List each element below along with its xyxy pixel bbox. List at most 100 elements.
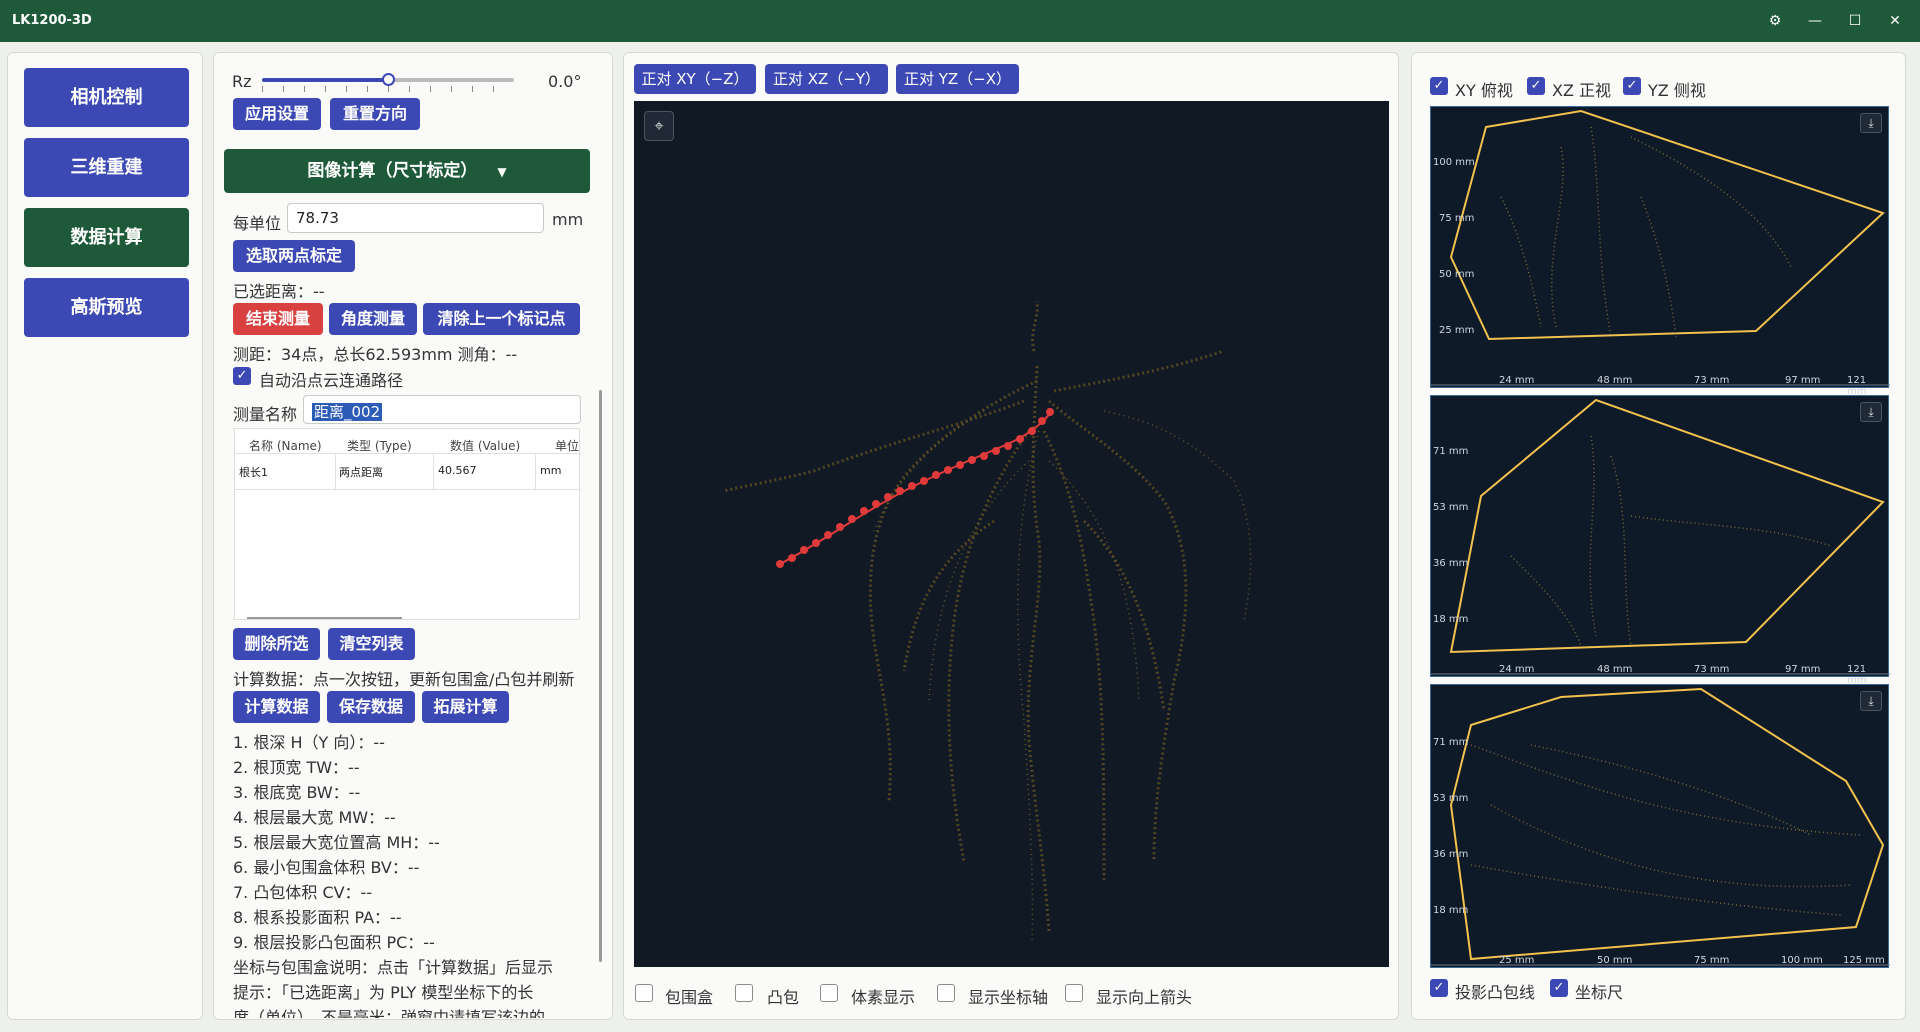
note-text: 坐标与包围盒说明：点击「计算数据」后显示 xyxy=(233,958,554,977)
measurement-points xyxy=(776,408,1054,568)
view-yz-button[interactable]: 正对 YZ（−X） xyxy=(896,64,1019,94)
x-tick: 25 mm xyxy=(1499,955,1535,966)
y-tick: 71 mm xyxy=(1433,446,1469,457)
projection-xy[interactable]: 100 mm 75 mm 50 mm 25 mm 24 mm 48 mm 73 … xyxy=(1430,106,1890,397)
close-icon[interactable]: ✕ xyxy=(1885,11,1905,31)
xz-front-view-checkbox[interactable]: ✓ xyxy=(1527,77,1545,95)
convex-hull-checkbox[interactable] xyxy=(735,984,753,1002)
result-item: 3. 根底宽 BW：-- xyxy=(233,783,361,802)
x-tick: 121 mm xyxy=(1847,375,1867,397)
reset-direction-button[interactable]: 重置方向 xyxy=(330,98,420,130)
voxel-label: 体素显示 xyxy=(851,988,916,1007)
x-tick: 50 mm xyxy=(1597,955,1633,966)
section-header-title: 图像计算（尺寸标定） xyxy=(307,161,478,181)
x-tick: 121 mm xyxy=(1847,664,1867,686)
xy-top-view-checkbox[interactable]: ✓ xyxy=(1430,77,1448,95)
x-tick: 75 mm xyxy=(1694,955,1730,966)
xy-top-view-label: XY 俯视 xyxy=(1455,81,1513,100)
x-tick: 24 mm xyxy=(1499,375,1535,386)
point-cloud-viewport[interactable]: ⌖ xyxy=(634,101,1389,967)
save-data-button[interactable]: 保存数据 xyxy=(327,691,415,723)
rz-slider-track[interactable] xyxy=(262,73,514,86)
result-item: 7. 凸包体积 CV：-- xyxy=(233,883,373,902)
projection-xz-plot xyxy=(1431,398,1890,675)
pick-two-points-button[interactable]: 选取两点标定 xyxy=(233,240,355,272)
view-xz-button[interactable]: 正对 XZ（−Y） xyxy=(765,64,888,94)
auto-path-checkbox[interactable]: ✓ xyxy=(233,367,251,385)
up-arrow-checkbox[interactable] xyxy=(1065,984,1083,1002)
nav-gaussian-preview[interactable]: 高斯预览 xyxy=(24,278,189,337)
rz-slider-ticks xyxy=(262,86,514,92)
view-xy-button[interactable]: 正对 XY（−Z） xyxy=(634,64,756,94)
measure-status: 测距：34点，总长62.593mm 测角：-- xyxy=(233,345,518,364)
nav-panel xyxy=(7,52,203,1020)
y-tick: 75 mm xyxy=(1439,213,1475,224)
scale-ruler-label: 坐标尺 xyxy=(1575,983,1624,1002)
title-bar: LK1200-3D ⚙ — ☐ ✕ xyxy=(0,0,1920,42)
table-row-line xyxy=(235,489,581,490)
projection-xz[interactable]: 71 mm 53 mm 36 mm 18 mm 24 mm 48 mm 73 m… xyxy=(1430,395,1890,686)
clear-list-button[interactable]: 清空列表 xyxy=(328,628,415,660)
voxel-checkbox[interactable] xyxy=(820,984,838,1002)
point-cloud-render xyxy=(723,300,1252,942)
minimize-icon[interactable]: — xyxy=(1805,11,1825,31)
results-list: 1. 根深 H（Y 向）：-- 2. 根顶宽 TW：-- 3. 根底宽 BW：-… xyxy=(233,729,553,1018)
projection-xy-plot xyxy=(1431,109,1890,386)
x-tick: 48 mm xyxy=(1597,664,1633,675)
hull-line-checkbox[interactable]: ✓ xyxy=(1430,979,1448,997)
clear-last-point-button[interactable]: 清除上一个标记点 xyxy=(423,303,580,335)
x-tick: 100 mm xyxy=(1781,955,1823,966)
recenter-icon[interactable]: ⌖ xyxy=(644,111,674,141)
measure-name-input[interactable]: 距离_002 xyxy=(303,395,581,424)
extend-compute-button[interactable]: 拓展计算 xyxy=(422,691,509,723)
bbox-checkbox[interactable] xyxy=(635,984,653,1002)
result-item: 8. 根系投影面积 PA：-- xyxy=(233,908,402,927)
y-tick: 18 mm xyxy=(1433,905,1469,916)
table-header-unit: 单位 xyxy=(555,439,580,453)
rz-value: 0.0° xyxy=(548,72,582,91)
table-cell: 40.567 xyxy=(438,464,477,477)
unit-suffix: mm xyxy=(552,210,584,229)
nav-camera-control[interactable]: 相机控制 xyxy=(24,68,189,127)
table-cell: 两点距离 xyxy=(339,466,383,479)
download-icon[interactable]: ⤓ xyxy=(1860,691,1882,711)
table-horizontal-scrollbar[interactable] xyxy=(247,617,402,619)
rz-slider-fill xyxy=(262,78,388,82)
measurement-table[interactable]: 名称 (Name) 类型 (Type) 数值 (Value) 单位 根长1 两点… xyxy=(234,428,581,620)
nav-3d-reconstruction[interactable]: 三维重建 xyxy=(24,138,189,197)
download-icon[interactable]: ⤓ xyxy=(1860,402,1882,422)
note-text: 提示：「已选距离」为 PLY 模型坐标下的长 xyxy=(233,983,534,1002)
angle-measure-button[interactable]: 角度测量 xyxy=(329,303,417,335)
rz-slider-handle[interactable] xyxy=(382,73,395,86)
maximize-icon[interactable]: ☐ xyxy=(1845,11,1865,31)
xz-front-view-label: XZ 正视 xyxy=(1552,81,1612,100)
section-header-dropdown[interactable]: 图像计算（尺寸标定） ▼ xyxy=(224,149,590,193)
rz-label: Rz xyxy=(232,72,252,91)
table-divider xyxy=(335,453,336,489)
y-tick: 36 mm xyxy=(1433,558,1469,569)
nav-data-compute[interactable]: 数据计算 xyxy=(24,208,189,267)
panel-scrollbar[interactable] xyxy=(599,390,602,962)
result-item: 1. 根深 H（Y 向）：-- xyxy=(233,733,385,752)
table-divider xyxy=(535,453,536,489)
table-divider xyxy=(433,453,434,489)
projection-yz[interactable]: 71 mm 53 mm 36 mm 18 mm 25 mm 50 mm 75 m… xyxy=(1430,684,1890,968)
table-header-type: 类型 (Type) xyxy=(347,439,412,453)
result-item: 9. 根层投影凸包面积 PC：-- xyxy=(233,933,435,952)
table-header-name: 名称 (Name) xyxy=(249,439,322,453)
auto-path-label: 自动沿点云连通路径 xyxy=(259,371,404,390)
compute-data-button[interactable]: 计算数据 xyxy=(233,691,320,723)
delete-selected-button[interactable]: 删除所选 xyxy=(233,628,320,660)
note-text: 度（单位）。不是毫米；弹窗中请填写该边的 xyxy=(233,1008,546,1018)
unit-input[interactable]: 78.73 xyxy=(287,203,544,233)
download-icon[interactable]: ⤓ xyxy=(1860,113,1882,133)
yz-side-view-checkbox[interactable]: ✓ xyxy=(1623,77,1641,95)
scale-ruler-checkbox[interactable]: ✓ xyxy=(1550,979,1568,997)
unit-label: 每单位 xyxy=(233,214,282,233)
y-tick: 18 mm xyxy=(1433,614,1469,625)
end-measure-button[interactable]: 结束测量 xyxy=(233,303,323,335)
projection-yz-plot xyxy=(1431,687,1890,966)
axes-checkbox[interactable] xyxy=(937,984,955,1002)
apply-settings-button[interactable]: 应用设置 xyxy=(233,98,321,130)
settings-icon[interactable]: ⚙ xyxy=(1765,11,1785,31)
